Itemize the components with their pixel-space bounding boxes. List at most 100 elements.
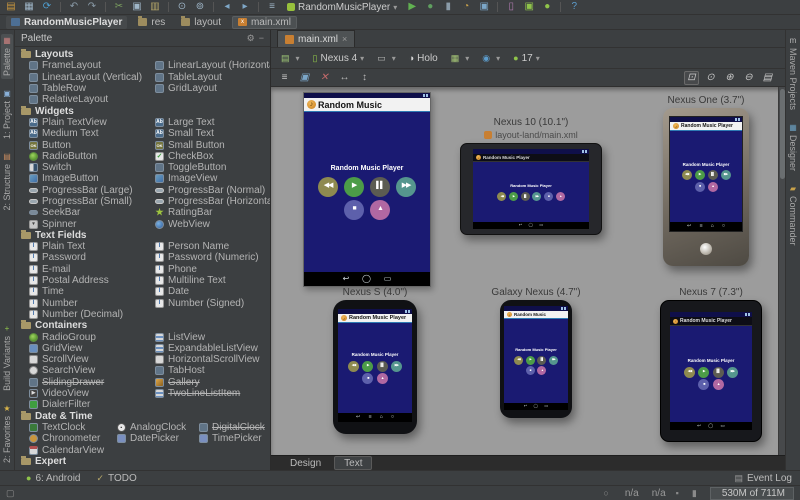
replace-icon[interactable]: ⊚ [193,1,207,14]
device-preview[interactable]: Nexus S (4.0") Random Music Player [317,287,433,434]
undo-icon[interactable]: ↶ [67,1,81,14]
palette-item[interactable]: TabHost [155,365,270,376]
palette-item[interactable]: TableLayout [155,72,270,83]
debug-icon[interactable]: ● [423,1,437,14]
device-preview[interactable]: Random Music Random Music Player ◀◀ ▶ ▌▌ ▶▶ [301,92,433,287]
breadcrumb-item[interactable]: layout [176,16,226,29]
palette-item[interactable]: SeekBar [29,207,155,218]
device-monitor-icon[interactable]: ▯ [504,1,518,14]
redo-icon[interactable]: ↷ [85,1,99,14]
palette-item[interactable]: Plain TextView [29,117,155,128]
palette-item[interactable]: DigitalClock [199,422,270,433]
sync-icon[interactable]: ⟳ [40,1,54,14]
attach-profiler-icon[interactable]: ◔ [459,1,473,14]
coverage-icon[interactable]: ▮ [441,1,455,14]
palette-item[interactable]: Number (Signed) [155,298,270,309]
palette-item[interactable]: AnalogClock [117,422,199,433]
back-icon[interactable]: ◂ [220,1,234,14]
fit-width-icon[interactable]: ↔ [337,71,352,85]
ddms-icon[interactable]: ≡ [265,1,279,14]
paste-icon[interactable]: ▥ [148,1,162,14]
editor-mode-tab[interactable]: Design [281,456,330,470]
background-tasks-icon[interactable]: ○ [603,488,611,498]
tool-window-button[interactable]: ▣ 1: Project [1,87,13,142]
palette-item[interactable]: Small Button [155,139,270,151]
palette-item[interactable]: TableRow [29,83,155,94]
palette-item[interactable]: Switch [29,162,155,173]
palette-item[interactable]: SearchView [29,365,155,376]
android-tool-window[interactable]: ● 6: Android [26,473,80,484]
palette-item[interactable]: RelativeLayout [29,94,155,105]
configuration-dropdown[interactable]: ▤ [277,50,304,66]
memory-indicator[interactable]: 530M of 711M [709,486,794,500]
gear-icon[interactable]: ⚙ [247,33,255,44]
tool-window-button[interactable]: m Maven Projects [787,34,799,113]
palette-item[interactable]: Date [155,286,270,297]
palette-item[interactable]: Time [29,286,155,297]
palette-item[interactable]: ImageView [155,173,270,184]
palette-item[interactable]: CheckBox [155,151,270,162]
palette-item[interactable]: Number (Decimal) [29,309,155,320]
find-icon[interactable]: ⊙ [175,1,189,14]
palette-item[interactable]: FrameLayout [29,60,155,71]
run-configuration-select[interactable]: RandomMusicPlayer [283,1,401,14]
palette-item[interactable]: TwoLineListItem [155,388,270,399]
editor-mode-tab[interactable]: Text [334,456,373,470]
palette-item[interactable]: ProgressBar (Small) [29,196,155,207]
palette-item[interactable]: DatePicker [117,433,199,444]
forward-icon[interactable]: ▸ [238,1,252,14]
zoom-actual-icon[interactable]: ⊙ [703,71,718,85]
tool-window-button[interactable]: ★ 2: Favorites [1,402,13,466]
palette-item[interactable]: CalendarView [29,444,117,456]
save-icon[interactable]: ▦ [22,1,36,14]
palette-item[interactable]: SlidingDrawer [29,377,155,388]
palette-item[interactable]: RadioButton [29,151,155,162]
lock-icon[interactable]: ▪ [676,488,682,498]
page-fit-icon[interactable]: ▤ [760,71,775,85]
sdk-manager-icon[interactable]: ● [540,1,554,14]
cut-icon[interactable]: ✂ [112,1,126,14]
tool-buttons-toggle[interactable]: ▢ [6,488,15,499]
palette-item[interactable]: ToggleButton [155,162,270,173]
palette-item[interactable]: Large Text [155,117,270,128]
palette-item[interactable]: Gallery [155,377,270,388]
line-separator-indicator[interactable]: n/a [649,488,666,499]
palette-item[interactable]: Person Name [155,241,270,252]
palette-item[interactable]: RatingBar [155,207,270,218]
breadcrumb-item[interactable]: res [133,16,170,29]
copy-icon[interactable]: ▣ [130,1,144,14]
palette-item[interactable]: Password (Numeric) [155,252,270,263]
palette-item[interactable]: Medium Text [29,128,155,139]
palette-item[interactable]: Spinner [29,218,155,230]
theme-dropdown[interactable]: ◑ Holo [405,50,442,66]
tool-window-button[interactable]: ▦ Designer [787,121,799,174]
palette-item[interactable]: Button [29,139,155,151]
tool-window-button[interactable]: ▰ Commander [787,182,799,249]
palette-section-header[interactable]: Containers [21,320,270,331]
canvas-scrollbar[interactable] [778,87,785,455]
monitor-icon[interactable]: ▣ [477,1,491,14]
palette-item[interactable]: RadioGroup [29,331,155,343]
help-icon[interactable]: ? [567,1,581,14]
palette-item[interactable]: ProgressBar (Horizontal) [155,196,270,207]
position-indicator[interactable]: n/a [622,488,639,499]
palette-item[interactable]: Multiline Text [155,275,270,286]
device-preview[interactable]: Galaxy Nexus (4.7") Random Music [485,287,587,418]
hector-icon[interactable]: ▮ [692,488,700,499]
palette-item[interactable]: LinearLayout (Vertical) [29,72,155,83]
show-lint-icon[interactable]: ≡ [277,71,292,85]
device-dropdown[interactable]: ▯ Nexus 4 [309,50,369,66]
fit-height-icon[interactable]: ↕ [357,71,372,85]
breadcrumb-item[interactable]: main.xml [231,15,297,29]
palette-item[interactable]: Phone [155,264,270,275]
device-preview[interactable]: Nexus One (3.7") Random Music Player [653,95,759,266]
palette-item[interactable]: ImageButton [29,173,155,184]
palette-item[interactable]: Password [29,252,155,263]
tool-window-button[interactable]: + Build Variants [1,322,13,394]
zoom-in-icon[interactable]: ⊕ [722,71,737,85]
open-icon[interactable]: ▤ [4,1,18,14]
palette-item[interactable]: LinearLayout (Horizontal) [155,60,270,71]
design-canvas[interactable]: Random Music Random Music Player ◀◀▶▌▌▶▶ [271,87,785,455]
palette-item[interactable]: GridView [29,343,155,354]
palette-item[interactable]: DialerFilter [29,399,155,410]
